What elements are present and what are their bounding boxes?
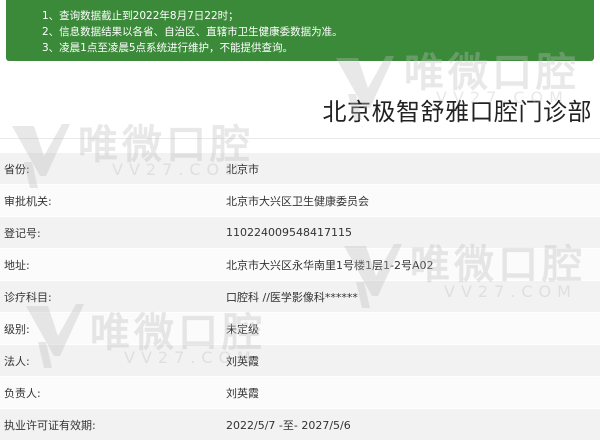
notice-line-1: 1、查询数据截止到2022年8月7日22时； [42,10,239,22]
clinic-info-table: 省份: 北京市 审批机关: 北京市大兴区卫生健康委员会 登记号: 1102240… [0,153,600,441]
row-label: 地址: [4,258,30,272]
row-label: 登记号: [4,226,41,240]
row-value: 刘英霞 [226,354,259,368]
row-value: 110224009548417115 [226,226,352,239]
row-value: 刘英霞 [226,386,259,400]
notice-line-3: 3、凌晨1点至凌晨5点系统进行维护，不能提供查询。 [42,42,294,54]
row-label: 负责人: [4,386,41,400]
table-row: 级别: 未定级 [0,313,600,345]
row-label: 法人: [4,354,30,368]
table-row: 诊疗科目: 口腔科 //医学影像科****** [0,281,600,313]
row-value: 未定级 [226,322,259,336]
row-value: 北京市大兴区卫生健康委员会 [226,194,369,208]
row-value: 2022/5/7 -至- 2027/5/6 [226,418,351,432]
row-label: 审批机关: [4,194,52,208]
notice-line-2: 2、信息数据结果以各省、自治区、直辖市卫生健康委数据为准。 [42,26,343,38]
row-value: 口腔科 //医学影像科****** [226,290,358,304]
row-label: 级别: [4,322,30,336]
table-row: 地址: 北京市大兴区永华南里1号楼1层1-2号A02 [0,249,600,281]
table-row: 法人: 刘英霞 [0,345,600,377]
table-row: 审批机关: 北京市大兴区卫生健康委员会 [0,185,600,217]
row-value: 北京市 [226,162,259,176]
title-divider [0,138,600,139]
clinic-name: 北京极智舒雅口腔门诊部 [322,98,592,126]
row-label: 诊疗科目: [4,290,52,304]
table-row: 登记号: 110224009548417115 [0,217,600,249]
table-row: 省份: 北京市 [0,153,600,185]
table-row: 负责人: 刘英霞 [0,377,600,409]
row-label: 执业许可证有效期: [4,418,96,432]
row-value: 北京市大兴区永华南里1号楼1层1-2号A02 [226,258,434,272]
notice-banner: 1、查询数据截止到2022年8月7日22时； 2、信息数据结果以各省、自治区、直… [6,0,594,61]
row-label: 省份: [4,162,30,176]
table-row: 执业许可证有效期: 2022/5/7 -至- 2027/5/6 [0,409,600,441]
